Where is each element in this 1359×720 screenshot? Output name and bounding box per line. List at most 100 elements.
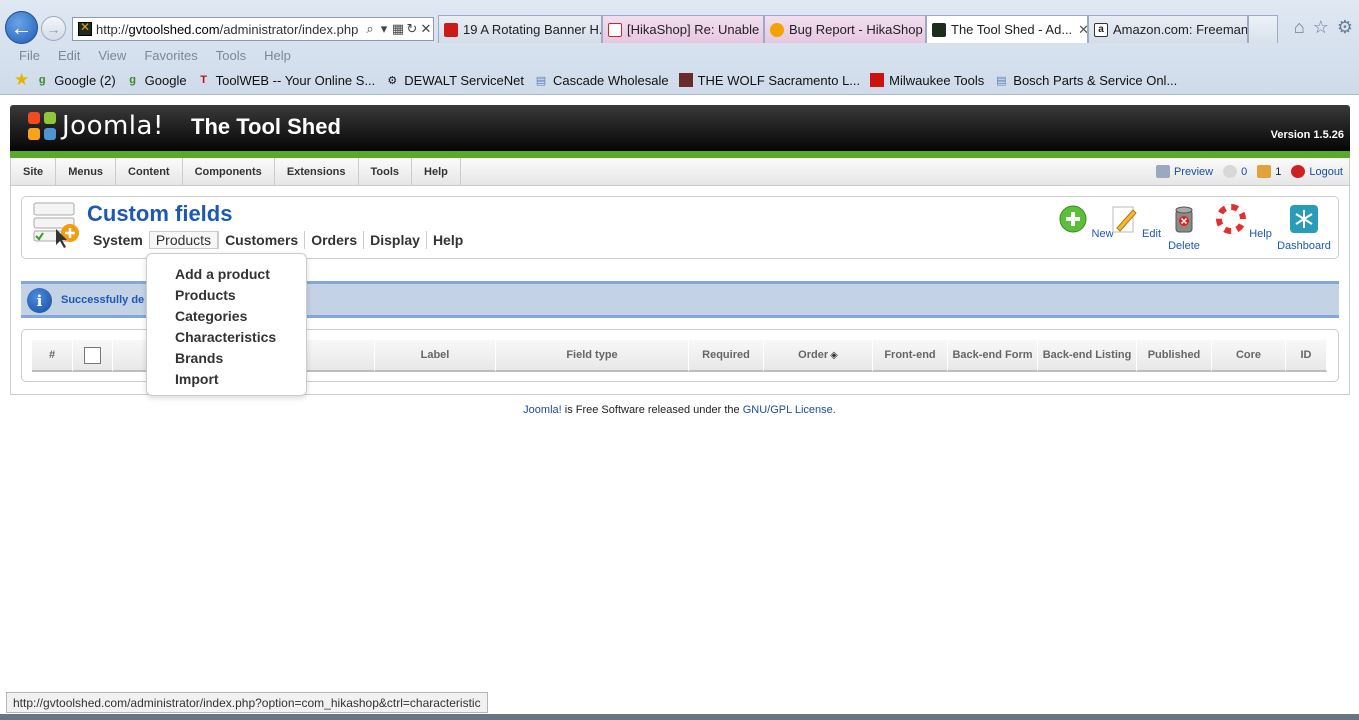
col-label[interactable]: Label bbox=[375, 340, 496, 372]
menu-favorites[interactable]: Favorites bbox=[144, 48, 197, 63]
admin-menu-extensions[interactable]: Extensions bbox=[275, 158, 359, 185]
compatibility-view-icon[interactable]: ▦ bbox=[391, 21, 405, 37]
favorite-google-2[interactable]: g Google (2) bbox=[35, 73, 116, 88]
favorite-milwaukee[interactable]: Milwaukee Tools bbox=[870, 73, 984, 88]
admin-menu-help[interactable]: Help bbox=[412, 158, 461, 185]
save-order-icon[interactable]: ◈ bbox=[830, 350, 838, 361]
select-all-checkbox[interactable] bbox=[84, 346, 101, 364]
submenu-orders[interactable]: Orders bbox=[304, 231, 363, 249]
menu-view[interactable]: View bbox=[98, 48, 126, 63]
submenu-help[interactable]: Help bbox=[425, 231, 469, 249]
tab-tool-shed[interactable]: The Tool Shed - Ad... ✕ bbox=[926, 15, 1088, 43]
browser-menubar: File Edit View Favorites Tools Help bbox=[0, 44, 1359, 66]
col-id[interactable]: ID bbox=[1286, 340, 1327, 372]
col-field-type[interactable]: Field type bbox=[496, 340, 689, 372]
col-number: # bbox=[32, 340, 73, 372]
delete-button[interactable]: Delete bbox=[1154, 204, 1214, 252]
delete-button-label: Delete bbox=[1168, 240, 1200, 252]
edit-icon bbox=[1112, 206, 1137, 233]
mail-icon bbox=[1223, 165, 1238, 178]
messages-link[interactable]: 0 bbox=[1223, 165, 1247, 178]
menu-tools[interactable]: Tools bbox=[216, 48, 246, 63]
favorite-dewalt[interactable]: ⚙ DEWALT ServiceNet bbox=[385, 73, 524, 88]
joomla-header: Joomla! The Tool Shed Version 1.5.26 bbox=[10, 105, 1350, 151]
menu-help[interactable]: Help bbox=[264, 48, 291, 63]
menu-item-brands[interactable]: Brands bbox=[147, 347, 306, 368]
preview-link[interactable]: Preview bbox=[1155, 165, 1213, 178]
new-tab-button[interactable] bbox=[1248, 15, 1278, 43]
tab-gmail[interactable]: [HikaShop] Re: Unable t... bbox=[602, 15, 764, 43]
admin-menu-content[interactable]: Content bbox=[116, 158, 183, 185]
logout-link[interactable]: Logout bbox=[1291, 165, 1343, 178]
col-front-end[interactable]: Front-end bbox=[873, 340, 948, 372]
help-button-label: Help bbox=[1249, 228, 1272, 240]
admin-menu-components[interactable]: Components bbox=[183, 158, 275, 185]
favorite-bosch[interactable]: ▤ Bosch Parts & Service Onl... bbox=[994, 73, 1177, 88]
favorite-cascade[interactable]: ▤ Cascade Wholesale bbox=[534, 73, 669, 88]
col-back-end-form[interactable]: Back-end Form bbox=[948, 340, 1038, 372]
google-icon: g bbox=[38, 74, 46, 86]
help-button[interactable]: Help bbox=[1214, 204, 1274, 240]
admin-menu: Site Menus Content Components Extensions… bbox=[10, 158, 1350, 186]
header-green-bar bbox=[10, 151, 1350, 158]
favorite-toolweb[interactable]: T ToolWEB -- Your Online S... bbox=[197, 73, 375, 88]
refresh-icon[interactable]: ↻ bbox=[405, 21, 419, 37]
tab-amazon[interactable]: a Amazon.com: Freeman... bbox=[1088, 15, 1248, 43]
amazon-icon: a bbox=[1094, 22, 1108, 37]
logout-icon bbox=[1291, 165, 1306, 178]
submenu-display[interactable]: Display bbox=[363, 231, 426, 249]
col-core[interactable]: Core bbox=[1212, 340, 1286, 372]
menu-item-categories[interactable]: Categories bbox=[147, 305, 306, 326]
menu-item-characteristics[interactable]: Characteristics bbox=[147, 326, 306, 347]
delete-icon bbox=[1175, 206, 1193, 233]
home-icon[interactable]: ⌂ bbox=[1294, 17, 1305, 38]
new-icon bbox=[1059, 205, 1087, 233]
admin-menu-menus[interactable]: Menus bbox=[56, 158, 117, 185]
dropdown-arrow-icon[interactable]: ▾ bbox=[377, 21, 391, 37]
tab-youtube[interactable]: 19 A Rotating Banner H... bbox=[438, 15, 602, 43]
tab-strip: 19 A Rotating Banner H... [HikaShop] Re:… bbox=[438, 15, 1278, 43]
col-back-end-listing[interactable]: Back-end Listing bbox=[1038, 340, 1137, 372]
address-bar[interactable]: http://gvtoolshed.com/administrator/inde… bbox=[72, 17, 434, 41]
gpl-license-link[interactable]: GNU/GPL License. bbox=[743, 404, 836, 416]
hikashop-icon bbox=[770, 22, 784, 37]
menu-item-import[interactable]: Import bbox=[147, 368, 306, 389]
google-icon: g bbox=[129, 74, 137, 86]
joomla-link[interactable]: Joomla! bbox=[523, 404, 562, 416]
joomla-mark-icon bbox=[26, 110, 58, 142]
col-published[interactable]: Published bbox=[1137, 340, 1212, 372]
col-order[interactable]: Order ◈ bbox=[764, 340, 873, 372]
menu-item-products[interactable]: Products bbox=[147, 284, 306, 305]
dashboard-button[interactable]: Dashboard bbox=[1274, 204, 1334, 252]
submenu-products[interactable]: Products bbox=[148, 231, 219, 249]
address-url[interactable]: http://gvtoolshed.com/administrator/inde… bbox=[96, 22, 363, 37]
favorites-star-icon[interactable]: ★ bbox=[14, 70, 29, 90]
online-users: 1 bbox=[1257, 165, 1281, 178]
submenu-customers[interactable]: Customers bbox=[218, 231, 304, 249]
tab-hikashop[interactable]: Bug Report - HikaShop bbox=[764, 15, 926, 43]
menu-edit[interactable]: Edit bbox=[58, 48, 80, 63]
search-icon[interactable]: ⌕ bbox=[363, 21, 377, 37]
status-bar-url: http://gvtoolshed.com/administrator/inde… bbox=[6, 692, 488, 713]
menu-item-add-product[interactable]: Add a product bbox=[147, 263, 306, 284]
site-title: The Tool Shed bbox=[191, 114, 341, 139]
close-icon[interactable]: ✕ bbox=[1078, 22, 1087, 38]
back-button[interactable]: ← bbox=[5, 11, 38, 44]
page-icon: ▤ bbox=[535, 74, 547, 87]
gmail-icon bbox=[608, 22, 622, 37]
menu-file[interactable]: File bbox=[19, 48, 40, 63]
products-dropdown-menu: Add a product Products Categories Charac… bbox=[146, 253, 307, 396]
browser-tools: ⌂ ☆ ⚙ bbox=[1294, 17, 1353, 38]
favorite-wolf[interactable]: THE WOLF Sacramento L... bbox=[678, 73, 860, 88]
stop-icon[interactable]: ✕ bbox=[419, 21, 433, 37]
col-required[interactable]: Required bbox=[689, 340, 764, 372]
favorite-google[interactable]: g Google bbox=[126, 73, 186, 88]
admin-menu-tools[interactable]: Tools bbox=[359, 158, 413, 185]
settings-gear-icon[interactable]: ⚙ bbox=[1337, 17, 1353, 38]
dashboard-icon bbox=[1290, 205, 1318, 233]
admin-menu-site[interactable]: Site bbox=[11, 158, 57, 185]
favorites-star-icon[interactable]: ☆ bbox=[1313, 17, 1329, 38]
forward-button[interactable]: → bbox=[41, 16, 66, 41]
joomla-logo: Joomla! bbox=[26, 110, 164, 142]
submenu-system[interactable]: System bbox=[87, 231, 149, 249]
